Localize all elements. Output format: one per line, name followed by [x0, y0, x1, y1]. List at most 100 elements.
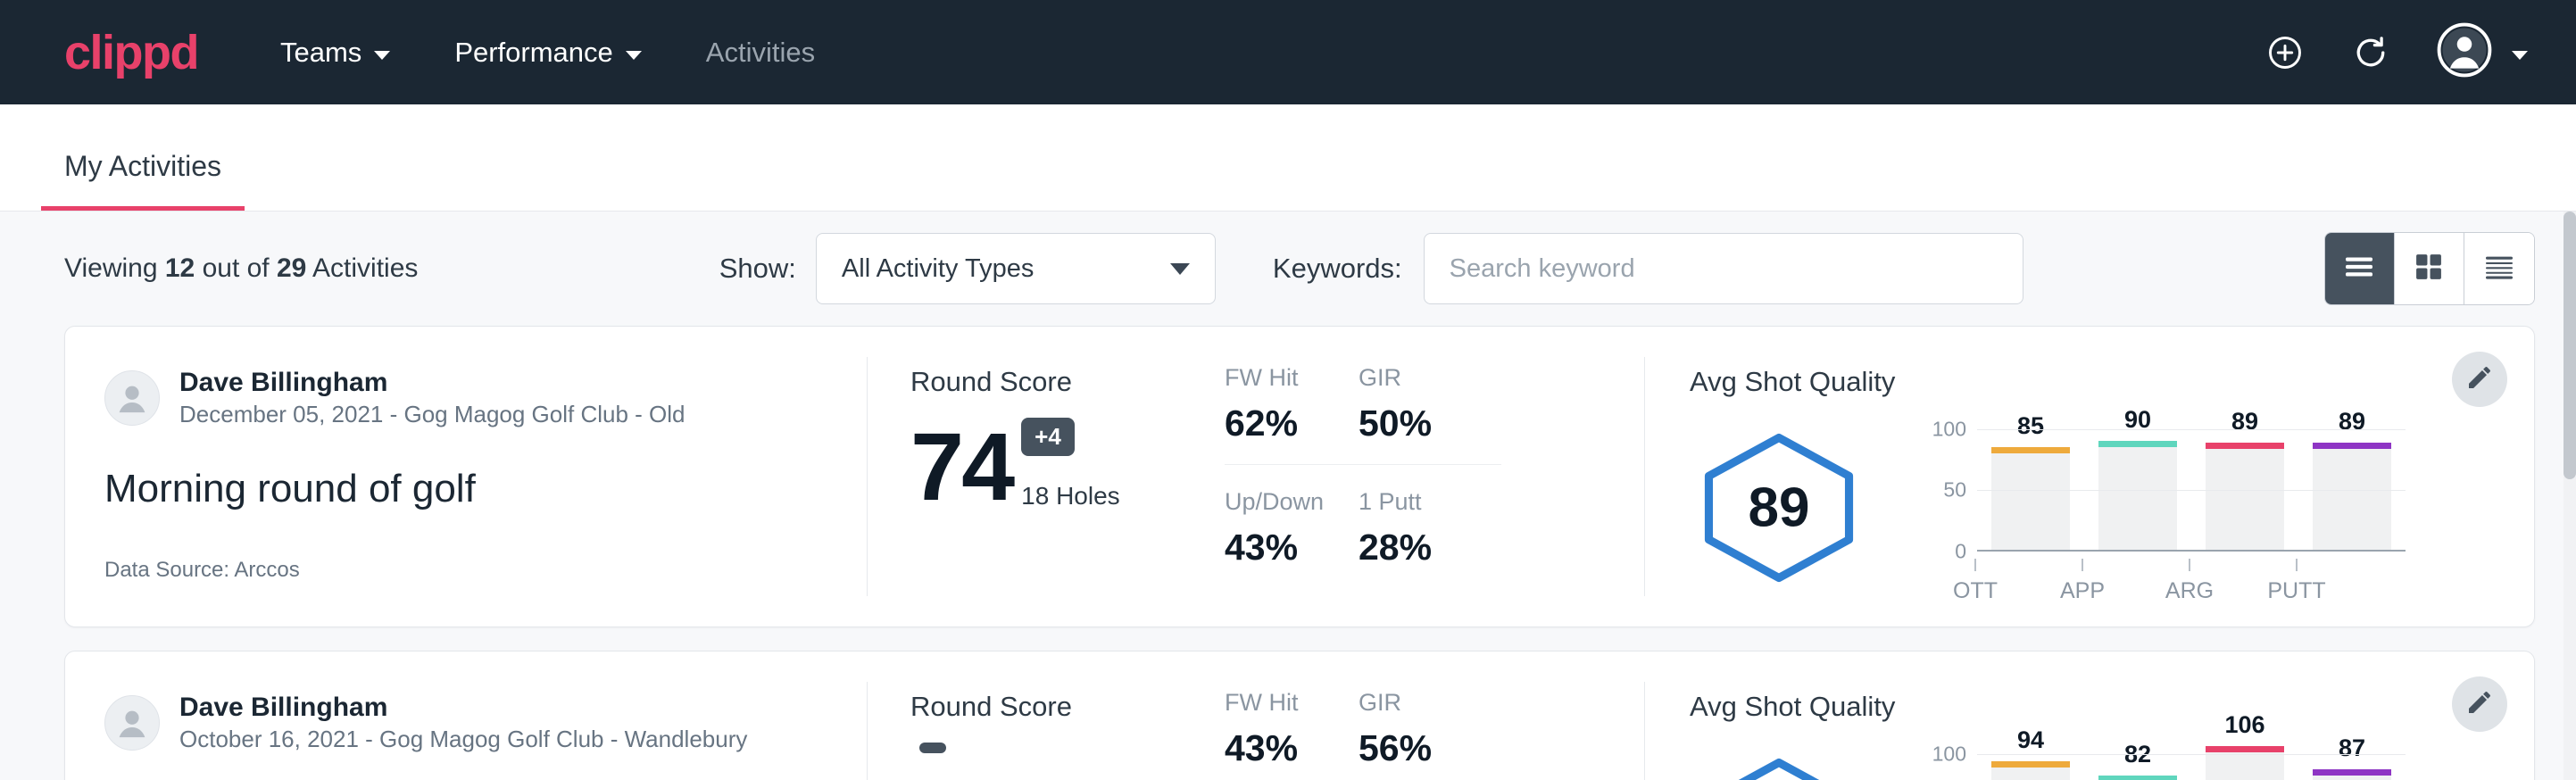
- account-menu[interactable]: [2437, 22, 2528, 82]
- chart-bar-slot: 94: [1991, 735, 2070, 780]
- list-icon: [2343, 253, 2375, 285]
- activity-title: Morning round of golf: [104, 467, 867, 511]
- chart-x-tick: OTT: [1936, 559, 2015, 604]
- chart-bar: [1991, 447, 2070, 552]
- player-info: Dave Billingham October 16, 2021 - Gog M…: [179, 691, 747, 754]
- viewing-summary: Viewing 12 out of 29 Activities: [64, 253, 418, 284]
- nav-item-performance-label: Performance: [454, 37, 612, 69]
- pencil-icon: [2465, 688, 2494, 721]
- chart-bar-value-label: 106: [2224, 711, 2264, 739]
- chart-x-tick-label: PUTT: [2267, 578, 2325, 604]
- add-icon[interactable]: [2265, 33, 2305, 72]
- viewing-count: 12: [165, 253, 195, 283]
- chart-baseline: [1977, 550, 2406, 552]
- chart-x-tick-label: OTT: [1953, 578, 1998, 604]
- stat-fw-hit-label: FW Hit: [1225, 689, 1359, 717]
- round-score-meta: +4 18 Holes: [1021, 418, 1120, 510]
- player-row: Dave Billingham October 16, 2021 - Gog M…: [104, 691, 867, 754]
- app-logo[interactable]: clippd: [64, 29, 198, 77]
- nav-item-activities[interactable]: Activities: [706, 37, 815, 69]
- avg-shot-quality-value: 89: [1690, 476, 1868, 539]
- activity-subtitle: October 16, 2021 - Gog Magog Golf Club -…: [179, 725, 747, 755]
- compact-view-button[interactable]: [2464, 233, 2534, 304]
- round-score-label: Round Score: [910, 691, 1225, 723]
- round-score-section: Round Score: [868, 651, 1225, 780]
- page-scrollbar[interactable]: [2564, 212, 2576, 780]
- chart-bar-slot: 82: [2098, 735, 2177, 780]
- chevron-down-icon: [2512, 51, 2528, 60]
- score-to-par-badge: +4: [1021, 418, 1075, 456]
- stat-gir-value: 50%: [1359, 402, 1501, 444]
- refresh-icon[interactable]: [2351, 33, 2390, 72]
- stat-one-putt-value: 28%: [1359, 527, 1501, 568]
- avg-shot-quality-body: 050100 948210687 OTTAPPARGPUTT: [1690, 735, 2534, 780]
- nav-item-performance[interactable]: Performance: [454, 37, 641, 69]
- viewing-mid: out of: [195, 253, 277, 283]
- activity-card[interactable]: Dave Billingham December 05, 2021 - Gog …: [64, 326, 2535, 627]
- avatar: [104, 695, 160, 751]
- chart-plot-area: 948210687: [1977, 735, 2406, 780]
- chart-bar-value-label: 89: [2231, 408, 2258, 436]
- chart-y-tick-label: 50: [1943, 478, 1966, 502]
- chart-bars: 948210687: [1977, 735, 2406, 780]
- search-input[interactable]: [1424, 233, 2023, 304]
- pencil-icon: [2465, 363, 2494, 396]
- filter-bar: Viewing 12 out of 29 Activities Show: Al…: [0, 212, 2576, 326]
- round-stats-grid: FW Hit 43% GIR 56% Up/Down 1 Putt: [1225, 651, 1644, 780]
- stat-fw-hit: FW Hit 43%: [1225, 689, 1359, 780]
- chart-y-tick-label: 100: [1932, 417, 1966, 441]
- activity-subtitle: December 05, 2021 - Gog Magog Golf Club …: [179, 400, 686, 430]
- nav-item-activities-label: Activities: [706, 37, 815, 69]
- activity-card[interactable]: Dave Billingham October 16, 2021 - Gog M…: [64, 651, 2535, 780]
- grid-view-button[interactable]: [2395, 233, 2464, 304]
- list-view-button[interactable]: [2325, 233, 2395, 304]
- stat-gir: GIR 56%: [1359, 689, 1501, 780]
- chart-bar-cap: [1991, 447, 2070, 453]
- activity-type-select[interactable]: All Activity Types: [816, 233, 1216, 304]
- chart-bar-slot: 90: [2098, 411, 2177, 552]
- round-stats-grid: FW Hit 62% GIR 50% Up/Down 43% 1 Putt 28…: [1225, 327, 1644, 626]
- chart-bars: 85908989: [1977, 411, 2406, 552]
- player-name: Dave Billingham: [179, 691, 747, 725]
- chart-bar-slot: 87: [2313, 735, 2391, 780]
- activity-summary: Dave Billingham October 16, 2021 - Gog M…: [65, 651, 867, 780]
- chart-y-axis: 050100: [1924, 411, 1977, 552]
- stat-one-putt: 1 Putt 28%: [1359, 465, 1501, 588]
- round-score-row: [910, 743, 1225, 780]
- activity-type-select-value: All Activity Types: [842, 254, 1034, 284]
- stat-fw-hit-value: 43%: [1225, 727, 1359, 769]
- avg-shot-quality-section: Avg Shot Quality 89 050100 85908989 O: [1645, 327, 2534, 626]
- edit-activity-button[interactable]: [2452, 352, 2507, 407]
- viewing-suffix: Activities: [306, 253, 418, 283]
- account-icon: [2437, 22, 2492, 82]
- chart-bar-value-label: 94: [2017, 726, 2044, 754]
- nav-actions: [2265, 22, 2528, 82]
- chart-x-tick: PUTT: [2257, 559, 2336, 604]
- stat-fw-hit-label: FW Hit: [1225, 364, 1359, 392]
- chevron-down-icon: [626, 51, 642, 60]
- stat-up-down-label: Up/Down: [1225, 488, 1359, 516]
- chart-bar: [2206, 443, 2284, 552]
- chevron-down-icon: [1170, 263, 1190, 275]
- nav-item-teams[interactable]: Teams: [280, 37, 390, 69]
- avg-shot-quality-label: Avg Shot Quality: [1690, 366, 2534, 398]
- chart-bar-cap: [2098, 776, 2177, 780]
- chart-y-axis: 050100: [1924, 735, 1977, 780]
- scrollbar-thumb[interactable]: [2564, 212, 2576, 479]
- chart-x-tick: APP: [2043, 559, 2122, 604]
- avatar: [104, 370, 160, 426]
- shot-quality-chart: 050100 948210687 OTTAPPARGPUTT: [1868, 735, 2406, 780]
- filter-controls: Show: All Activity Types Keywords:: [719, 233, 2023, 304]
- chart-x-tick-mark: [2296, 559, 2298, 571]
- activity-data-source: Data Source: Arccos: [104, 558, 867, 583]
- viewing-prefix: Viewing: [64, 253, 165, 283]
- chart-x-tick: ARG: [2150, 559, 2229, 604]
- avg-shot-quality-section: Avg Shot Quality 050100 948210687 OT: [1645, 651, 2534, 780]
- chart-bar-cap: [2313, 769, 2391, 776]
- stat-up-down: Up/Down 43%: [1225, 465, 1359, 588]
- grid-icon: [2414, 252, 2444, 286]
- tab-my-activities[interactable]: My Activities: [41, 150, 245, 211]
- round-score-row: 74 +4 18 Holes: [910, 418, 1225, 510]
- chart-bar: [1991, 761, 2070, 780]
- edit-activity-button[interactable]: [2452, 676, 2507, 732]
